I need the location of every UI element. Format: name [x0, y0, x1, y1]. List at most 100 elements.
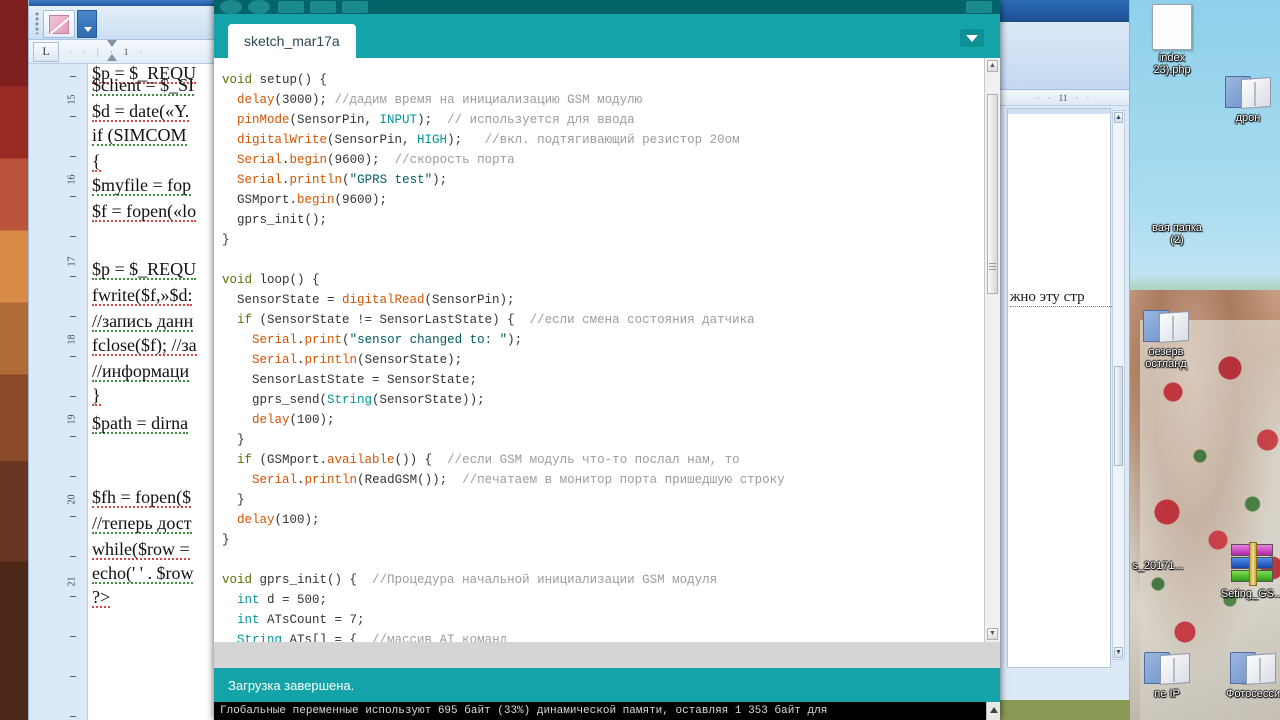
code-token: //Процедура начальной инициализации GSM … [372, 573, 718, 587]
scroll-down-arrow[interactable]: ▼ [987, 628, 998, 640]
document-body[interactable]: $p = $_REQU $client = $_SI $d = date(«Y. if… [87, 64, 215, 720]
ruler-tick [70, 356, 76, 357]
desktop-icon-gs-2017[interactable]: s_20171... [1120, 560, 1196, 572]
word-window-right[interactable]: · · 11 · · жно эту стр ▲ ▼ [996, 0, 1130, 700]
window-titlebar[interactable] [997, 0, 1129, 22]
scrollbar-thumb[interactable] [1114, 366, 1123, 466]
code-token: delay [237, 93, 275, 107]
code-token: String [237, 633, 283, 642]
quick-access-toolbar[interactable] [29, 6, 214, 40]
save-sketch-button[interactable] [342, 1, 368, 13]
ruler-tick [70, 596, 76, 597]
ruler-tick [70, 196, 76, 197]
code-token: (SensorState)); [372, 393, 485, 407]
editor-vertical-scrollbar[interactable]: ▲ ▼ [984, 58, 1000, 642]
indent-marker[interactable] [107, 38, 118, 64]
scroll-down-arrow[interactable]: ▼ [1114, 647, 1123, 658]
line-number: 17 [66, 256, 78, 267]
verify-button[interactable] [220, 0, 242, 14]
upload-button[interactable] [248, 0, 270, 14]
code-token: ( [342, 333, 350, 347]
document-page[interactable]: жно эту стр [1007, 108, 1120, 668]
code-editor[interactable]: void setup() { delay(3000); //дадим врем… [214, 58, 1000, 642]
code-token: (3000); [274, 93, 335, 107]
desktop-icon-seting-gs[interactable]: Seting_GS... [1212, 542, 1280, 600]
code-line: int ATsCount = 7; [222, 610, 982, 630]
code-token: Serial [252, 353, 298, 367]
code-token: . [297, 473, 305, 487]
desktop-icon-label: s_20171... [1132, 560, 1184, 572]
ruler-tick [70, 716, 76, 717]
code-token: void [222, 73, 260, 87]
ruler-tick [70, 76, 76, 77]
vertical-scrollbar[interactable]: ▲ ▼ [1112, 110, 1125, 660]
ide-console-output[interactable]: Глобальные переменные используют 695 бай… [214, 702, 1000, 720]
code-line: SensorState = digitalRead(SensorPin); [222, 290, 982, 310]
scroll-up-arrow[interactable]: ▲ [1114, 112, 1123, 123]
code-token: Serial [252, 473, 298, 487]
desktop-icon-fotosessiya[interactable]: Фотосесси [1216, 648, 1280, 700]
tab-sketch-mar17a[interactable]: sketch_mar17a [228, 24, 356, 58]
code-token: } [222, 533, 230, 547]
word-window-left[interactable]: L · · | · 1 · 15 16 17 18 19 20 21 $p = $_REQU $clie… [28, 0, 215, 720]
document-text-line: $f = fopen(«lo [92, 201, 197, 222]
code-line: GSMport.begin(9600); [222, 190, 982, 210]
code-token: setup [259, 73, 298, 87]
new-sketch-button[interactable] [278, 1, 304, 13]
document-text-line: { [92, 151, 101, 172]
desktop-icon-index[interactable]: index 23).php [1136, 4, 1208, 76]
selection-band [1008, 109, 1110, 114]
document-text-line: $path = dirna [92, 413, 189, 434]
scrollbar-thumb[interactable] [987, 94, 998, 294]
code-token: (9600); [327, 153, 395, 167]
desktop-icon-ip[interactable]: ne IP [1130, 648, 1204, 700]
code-token: ATsCount = 7; [259, 613, 365, 627]
code-line: } [222, 490, 982, 510]
code-token: delay [252, 413, 290, 427]
code-token: ()) { [394, 453, 448, 467]
code-line: delay(3000); //дадим время на инициализа… [222, 90, 982, 110]
code-token: } [222, 433, 245, 447]
horizontal-ruler: · · 11 · · [997, 90, 1129, 106]
code-token: begin [289, 153, 328, 167]
code-token: . [282, 153, 290, 167]
line-number: 15 [66, 94, 78, 105]
ribbon-toolbar[interactable] [997, 22, 1129, 90]
desktop-icon-label: дрон [1235, 112, 1261, 124]
scroll-up-arrow[interactable]: ▲ [987, 60, 998, 72]
file-page-icon [1152, 4, 1192, 50]
code-token: if [237, 453, 253, 467]
line-number: 18 [66, 334, 78, 345]
highlight-tool-button[interactable] [43, 10, 75, 38]
code-line: void setup() { [222, 70, 982, 90]
desktop-icon-rezerv[interactable]: оезерв остланд [1122, 306, 1210, 370]
ruler-tick [70, 556, 76, 557]
code-token: String [327, 393, 373, 407]
tab-label: sketch_mar17a [244, 33, 340, 49]
chevron-down-icon[interactable] [960, 29, 984, 47]
code-token: ); [507, 333, 523, 347]
code-token: println [304, 353, 358, 367]
desktop-icon-dron[interactable]: дрон [1212, 72, 1280, 124]
ide-toolbar[interactable] [214, 0, 1000, 14]
desktop-icon-new-folder-2[interactable]: вая папка (2) [1134, 222, 1220, 246]
ruler-tick [70, 436, 76, 437]
serial-monitor-button[interactable] [966, 1, 992, 13]
code-line: gprs_init(); [222, 210, 982, 230]
code-token: //массив АТ команд [372, 633, 508, 642]
tab-stop-selector[interactable]: L [33, 41, 59, 62]
ruler-tick-label: 11 [1058, 92, 1068, 103]
console-scroll-up-arrow[interactable] [986, 702, 1000, 720]
sketch-tabbar[interactable]: sketch_mar17a [214, 14, 1000, 58]
arduino-ide-window[interactable]: sketch_mar17a void setup() { delay(3000)… [214, 0, 1000, 720]
dropdown-button[interactable] [77, 10, 97, 38]
document-text-line: жно эту стр [1010, 289, 1120, 307]
wallpaper-left-strip [0, 0, 30, 720]
open-sketch-button[interactable] [310, 1, 336, 13]
